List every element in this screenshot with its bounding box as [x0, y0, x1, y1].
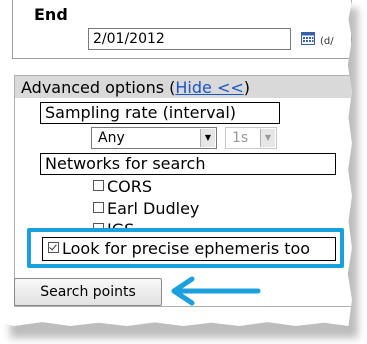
sampling-rate-value: Any: [98, 130, 125, 146]
earl-dudley-checkbox[interactable]: [93, 202, 104, 213]
interval-value: 1s: [232, 130, 249, 146]
highlight-annotation-box: [27, 228, 344, 268]
advanced-options-label: Advanced options (: [21, 78, 176, 97]
network-label: CORS: [107, 177, 153, 196]
end-date-input[interactable]: 2/01/2012: [88, 28, 291, 50]
sampling-rate-label: Sampling rate (interval): [45, 103, 237, 122]
interval-select[interactable]: 1s ▼: [225, 127, 277, 149]
arrow-left-icon: [171, 276, 261, 306]
calendar-icon[interactable]: [301, 31, 315, 45]
sampling-rate-select[interactable]: Any ▼: [91, 127, 217, 149]
end-label: End: [34, 5, 68, 24]
network-label: Earl Dudley: [107, 199, 200, 218]
screenshot-stage: End 2/01/2012 (d/ Advanced options (Hide…: [0, 0, 367, 344]
hide-link[interactable]: Hide <<: [175, 78, 243, 97]
network-item-cors[interactable]: CORS: [93, 177, 152, 196]
advanced-options-title: Advanced options (Hide <<): [21, 78, 250, 97]
chevron-down-icon: ▼: [260, 129, 275, 147]
screenshot-paper: End 2/01/2012 (d/ Advanced options (Hide…: [0, 0, 352, 326]
network-item-earl-dudley[interactable]: Earl Dudley: [93, 199, 199, 218]
advanced-options-close-paren: ): [243, 78, 250, 97]
networks-label: Networks for search: [45, 154, 206, 173]
cors-checkbox[interactable]: [93, 180, 104, 191]
search-points-button[interactable]: Search points: [14, 278, 162, 306]
chevron-down-icon: ▼: [200, 129, 215, 147]
date-format-hint: (d/: [320, 36, 334, 47]
